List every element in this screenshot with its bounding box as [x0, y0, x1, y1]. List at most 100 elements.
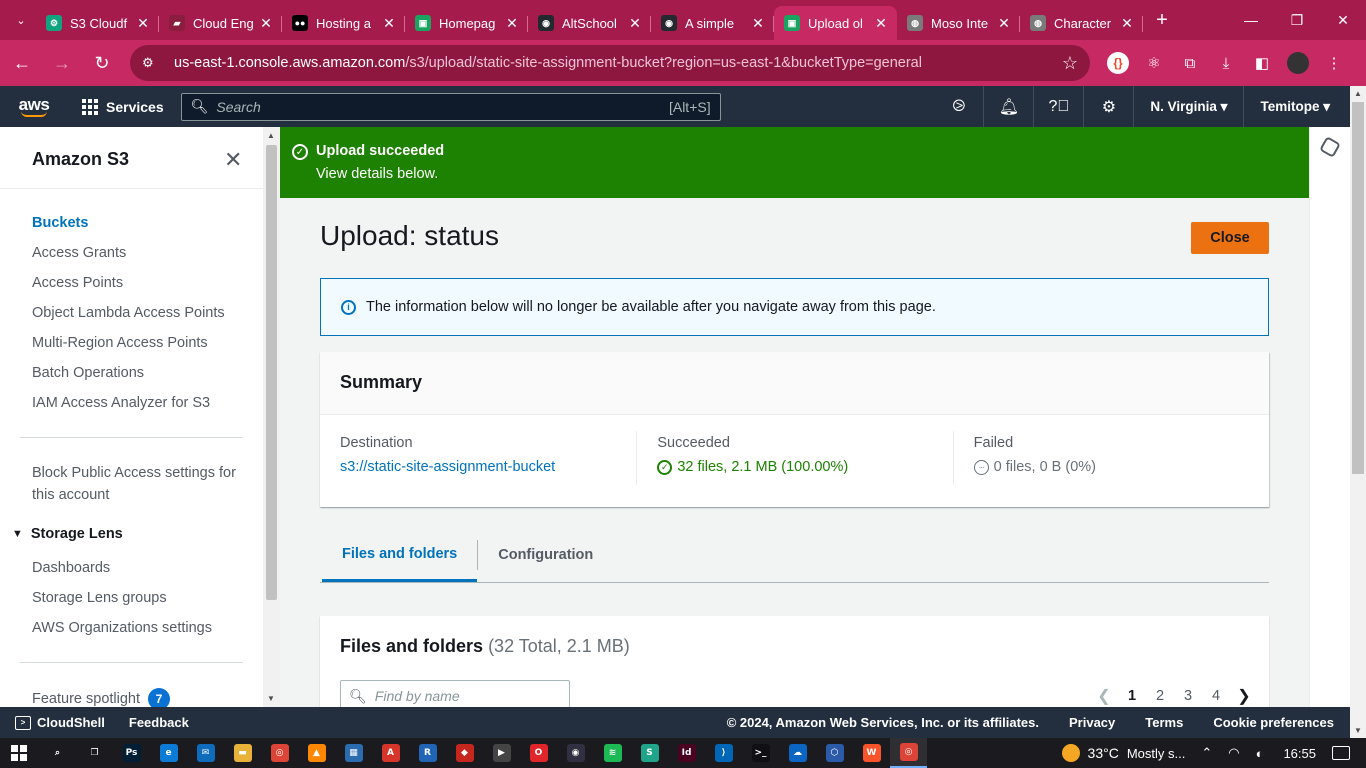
sidebar-item-storage-lens-groups[interactable]: Storage Lens groups: [32, 587, 167, 609]
tab-close-icon[interactable]: ✕: [627, 15, 643, 32]
browser-tab[interactable]: ▣ Upload ol ✕: [774, 6, 897, 40]
sidebar-item-batch-operations[interactable]: Batch Operations: [32, 362, 144, 384]
git-app[interactable]: ◆: [446, 738, 483, 768]
brave-app[interactable]: W: [853, 738, 890, 768]
tab-files-and-folders[interactable]: Files and folders: [322, 528, 478, 582]
greenapp-app[interactable]: S: [631, 738, 668, 768]
tab-search-button[interactable]: ⌄: [6, 6, 36, 34]
tab-configuration[interactable]: Configuration: [478, 528, 613, 582]
page-2[interactable]: 2: [1146, 688, 1174, 704]
close-button[interactable]: Close: [1191, 222, 1269, 254]
tab-close-icon[interactable]: ✕: [381, 15, 397, 32]
back-button[interactable]: ←: [4, 45, 40, 81]
sidebar-item-object-lambda-access-points[interactable]: Object Lambda Access Points: [32, 302, 225, 324]
tab-close-icon[interactable]: ✕: [504, 15, 520, 32]
cookie-preferences-link[interactable]: Cookie preferences: [1213, 715, 1334, 730]
notifications-bell-icon[interactable]: 🔔︎: [984, 86, 1035, 127]
side-panel-icon[interactable]: ◧: [1246, 47, 1278, 79]
json-extension-icon[interactable]: {}: [1107, 52, 1129, 74]
vlc-app[interactable]: ▲: [298, 738, 335, 768]
terminal-app[interactable]: >_: [742, 738, 779, 768]
browser-tab[interactable]: ●● Hosting a ✕: [282, 6, 405, 40]
photoshop-app[interactable]: Ps: [113, 738, 150, 768]
tab-close-icon[interactable]: ✕: [258, 15, 274, 32]
weather-text[interactable]: Mostly s...: [1127, 746, 1186, 761]
sidebar-item-access-points[interactable]: Access Points: [32, 272, 123, 294]
site-info-icon[interactable]: ⚙: [142, 55, 162, 71]
cloudshell-button[interactable]: > CloudShell: [15, 715, 105, 730]
bookmark-star-icon[interactable]: ☆: [1062, 53, 1078, 74]
browser-tab[interactable]: ◉ A simple ✕: [651, 6, 774, 40]
tab-close-icon[interactable]: ✕: [750, 15, 766, 32]
indesign-app[interactable]: Id: [668, 738, 705, 768]
restore-button[interactable]: ❐: [1274, 0, 1320, 40]
account-menu[interactable]: Temitope ▾: [1244, 86, 1350, 127]
next-page-icon[interactable]: ❯: [1230, 686, 1258, 706]
window-close-button[interactable]: ✕: [1320, 0, 1366, 40]
feedback-link[interactable]: Feedback: [129, 715, 189, 730]
storage-lens-section[interactable]: ▼ Storage Lens: [12, 526, 123, 542]
tab-close-icon[interactable]: ✕: [873, 15, 889, 32]
page-3[interactable]: 3: [1174, 688, 1202, 704]
reload-button[interactable]: ↻: [84, 45, 120, 81]
terms-link[interactable]: Terms: [1145, 715, 1183, 730]
help-panel-icon[interactable]: [1319, 136, 1341, 158]
tab-close-icon[interactable]: ✕: [1119, 15, 1135, 32]
tray-chevron-icon[interactable]: ⌃: [1201, 745, 1212, 761]
media-app[interactable]: ▶: [483, 738, 520, 768]
destination-link[interactable]: s3://static-site-assignment-bucket: [340, 459, 616, 475]
privacy-link[interactable]: Privacy: [1069, 715, 1115, 730]
spotify-app[interactable]: ≋: [594, 738, 631, 768]
mail-app[interactable]: ✉: [187, 738, 224, 768]
browser-tab[interactable]: ◍ Character ✕: [1020, 6, 1143, 40]
edge-app[interactable]: e: [150, 738, 187, 768]
virtualbox-app[interactable]: ⬡: [816, 738, 853, 768]
clock[interactable]: 16:55: [1283, 746, 1316, 761]
browser-tab[interactable]: ▣ Homepag ✕: [405, 6, 528, 40]
sidebar-item-aws-organizations-settings[interactable]: AWS Organizations settings: [32, 617, 212, 639]
find-by-name-input[interactable]: 🔍︎ Find by name: [340, 680, 570, 707]
r-app[interactable]: R: [409, 738, 446, 768]
sidebar-item-multi-region-access-points[interactable]: Multi-Region Access Points: [32, 332, 208, 354]
profile-avatar[interactable]: [1287, 52, 1309, 74]
volume-icon[interactable]: ◐: [1256, 746, 1264, 761]
prev-page-icon[interactable]: ❮: [1090, 686, 1118, 706]
address-bar[interactable]: ⚙ us-east-1.console.aws.amazon.com/s3/up…: [130, 45, 1090, 81]
browser-tab[interactable]: ⚙ S3 Cloudf ✕: [36, 6, 159, 40]
vscode-app[interactable]: ⟩: [705, 738, 742, 768]
task-view-app[interactable]: ❐: [76, 738, 113, 768]
notifications-icon[interactable]: [1332, 746, 1350, 760]
help-icon[interactable]: ?⃝: [1034, 86, 1085, 127]
new-tab-button[interactable]: +: [1147, 5, 1177, 35]
browser-tab[interactable]: ◍ Moso Inte ✕: [897, 6, 1020, 40]
windows-start-icon[interactable]: [11, 745, 27, 761]
sidebar-scrollbar[interactable]: ▲ ▼: [263, 127, 280, 707]
obs-app[interactable]: ◉: [557, 738, 594, 768]
extensions-puzzle-icon[interactable]: ⧉: [1174, 47, 1206, 79]
sidebar-item-block-public-access[interactable]: Block Public Access settings for this ac…: [32, 462, 242, 506]
opera-app[interactable]: O: [520, 738, 557, 768]
weather-icon[interactable]: [1061, 744, 1080, 762]
aws-search-input[interactable]: 🔍︎ Search [Alt+S]: [180, 92, 721, 121]
explorer-app[interactable]: ▬: [224, 738, 261, 768]
sidebar-item-access-grants[interactable]: Access Grants: [32, 242, 126, 264]
settings-gear-icon[interactable]: ⚙: [1084, 86, 1135, 127]
chrome2-app[interactable]: ◎: [890, 738, 927, 768]
minimize-button[interactable]: —: [1228, 0, 1274, 40]
onedrive-app[interactable]: ☁: [779, 738, 816, 768]
chrome-app[interactable]: ◎: [261, 738, 298, 768]
sidebar-item-iam-access-analyzer-for-s3[interactable]: IAM Access Analyzer for S3: [32, 392, 210, 414]
services-menu-button[interactable]: Services: [82, 98, 164, 115]
page-4[interactable]: 4: [1202, 688, 1230, 704]
browser-tab[interactable]: ◉ AltSchool ✕: [528, 6, 651, 40]
tab-close-icon[interactable]: ✕: [996, 15, 1012, 32]
kebab-menu-icon[interactable]: ⋮: [1318, 47, 1350, 79]
react-devtools-icon[interactable]: ⚛: [1138, 47, 1170, 79]
weather-temp[interactable]: 33°C: [1088, 745, 1119, 761]
acrobat-app[interactable]: A: [372, 738, 409, 768]
sidebar-item-buckets[interactable]: Buckets: [32, 212, 88, 234]
forward-button[interactable]: →: [44, 45, 80, 81]
region-selector[interactable]: N. Virginia ▾: [1134, 86, 1245, 127]
page-scrollbar[interactable]: ▲ ▼: [1350, 86, 1366, 738]
download-icon[interactable]: ⤓: [1210, 47, 1242, 79]
